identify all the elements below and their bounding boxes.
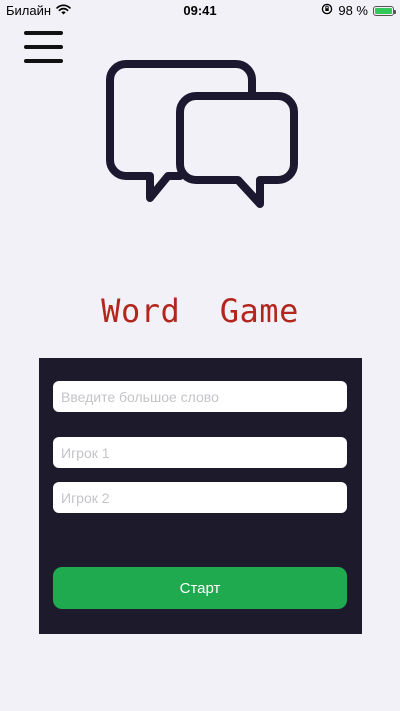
start-button[interactable]: Старт bbox=[53, 567, 347, 609]
app-title: Word Game bbox=[101, 292, 299, 330]
menu-line bbox=[24, 31, 63, 35]
status-right-group: 98 % bbox=[321, 3, 396, 18]
player1-input[interactable] bbox=[53, 437, 347, 468]
chat-bubbles-icon bbox=[100, 56, 300, 216]
orientation-lock-icon bbox=[321, 3, 333, 18]
player2-input[interactable] bbox=[53, 482, 347, 513]
menu-line bbox=[24, 45, 63, 49]
battery-icon bbox=[373, 5, 396, 16]
battery-level bbox=[375, 7, 392, 14]
form-panel: Старт bbox=[39, 358, 362, 634]
battery-percent: 98 % bbox=[338, 3, 368, 18]
big-word-input[interactable] bbox=[53, 381, 347, 412]
menu-line bbox=[24, 59, 63, 63]
status-bar: Билайн 09:41 98 % bbox=[0, 0, 400, 22]
hamburger-menu-icon[interactable] bbox=[24, 30, 63, 64]
